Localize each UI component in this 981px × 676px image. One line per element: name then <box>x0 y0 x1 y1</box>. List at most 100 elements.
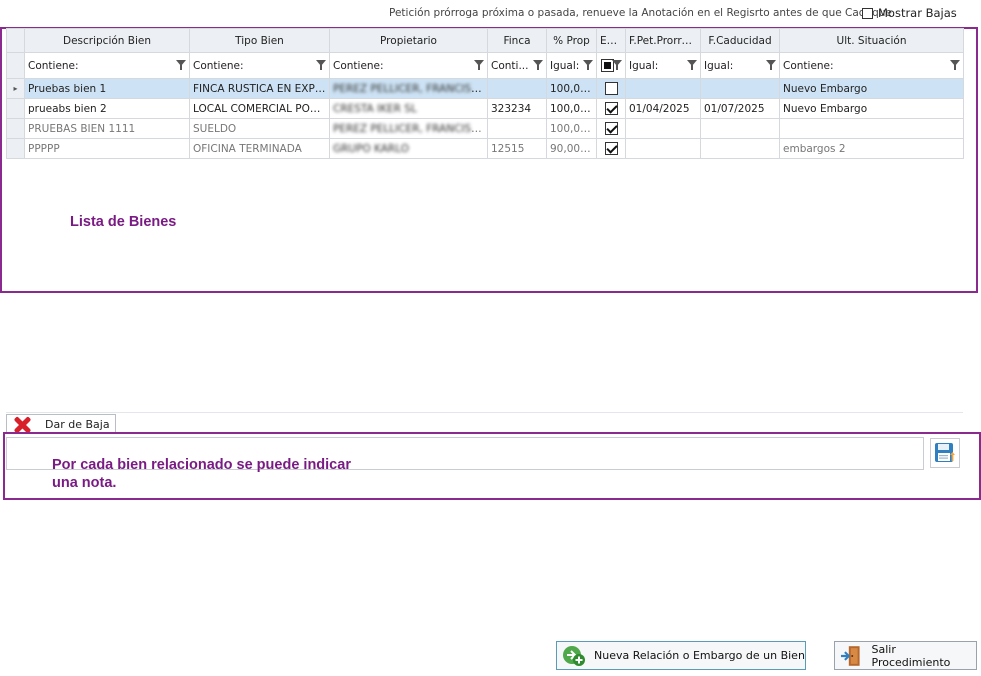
col-propietario[interactable]: Propietario <box>329 28 488 53</box>
cell-fpet[interactable] <box>625 138 701 159</box>
table-row[interactable]: ▸ Pruebas bien 1 FINCA RUSTICA EN EXPL..… <box>6 78 964 99</box>
filter-icon[interactable] <box>176 60 186 70</box>
cell-fcad[interactable] <box>700 138 780 159</box>
filter-finca[interactable]: Conti... <box>487 52 547 79</box>
filter-icon[interactable] <box>583 60 593 70</box>
filter-icon[interactable] <box>316 60 326 70</box>
filter-op-label: Conti... <box>491 59 529 72</box>
col-fcad[interactable]: F.Caducidad <box>700 28 780 53</box>
section-divider <box>6 412 963 413</box>
filter-icon[interactable] <box>474 60 484 70</box>
cell-tipo[interactable]: FINCA RUSTICA EN EXPL... <box>189 78 330 99</box>
cell-tipo[interactable]: LOCAL COMERCIAL POLI... <box>189 98 330 119</box>
expiry-notice: Petición prórroga próxima o pasada, renu… <box>389 7 896 19</box>
table-row[interactable]: PRUEBAS BIEN 1111 SUELDO PEREZ PELLICER,… <box>6 118 964 139</box>
table-row[interactable]: PPPPP OFICINA TERMINADA GRUPO KARLO 1251… <box>6 138 964 159</box>
filter-propietario[interactable]: Contiene: <box>329 52 488 79</box>
cell-fpet[interactable] <box>625 118 701 139</box>
cell-situacion[interactable] <box>779 118 964 139</box>
dar-de-baja-button[interactable]: Dar de Baja <box>6 414 116 434</box>
cell-prop[interactable]: 100,00... <box>546 78 597 99</box>
cell-emb[interactable] <box>596 98 626 119</box>
cell-fpet[interactable]: 01/04/2025 <box>625 98 701 119</box>
filter-icon[interactable] <box>612 60 622 70</box>
cell-descripcion[interactable]: prueabs bien 2 <box>24 98 190 119</box>
salir-procedimiento-button[interactable]: Salir Procedimiento <box>834 641 977 670</box>
cell-finca[interactable] <box>487 78 547 99</box>
filter-icon[interactable] <box>950 60 960 70</box>
filter-indicator <box>6 52 25 79</box>
emb-checkbox[interactable] <box>604 142 618 155</box>
cell-propietario[interactable]: PEREZ PELLICER, FRANCISCO <box>329 118 488 139</box>
filter-icon[interactable] <box>533 60 543 70</box>
cell-situacion[interactable]: Nuevo Embargo <box>779 98 964 119</box>
cell-finca[interactable]: 323234 <box>487 98 547 119</box>
filter-descripcion[interactable]: Contiene: <box>24 52 190 79</box>
filter-fpet[interactable]: Igual: <box>625 52 701 79</box>
cell-emb[interactable] <box>596 78 626 99</box>
filter-fcad[interactable]: Igual: <box>700 52 780 79</box>
cell-propietario[interactable]: GRUPO KARLO <box>329 138 488 159</box>
redacted-owner: PEREZ PELLICER, FRANCISCO... <box>333 82 488 95</box>
cell-emb[interactable] <box>596 138 626 159</box>
col-tipo[interactable]: Tipo Bien <box>189 28 330 53</box>
cell-fcad[interactable] <box>700 118 780 139</box>
bienes-grid: Descripción Bien Tipo Bien Propietario F… <box>6 28 964 159</box>
cell-fpet[interactable] <box>625 78 701 99</box>
cell-propietario[interactable]: CRESTA IKER SL <box>329 98 488 119</box>
filter-icon[interactable] <box>766 60 776 70</box>
emb-checkbox[interactable] <box>604 102 618 115</box>
nueva-relacion-label: Nueva Relación o Embargo de un Bien <box>594 649 805 662</box>
col-fpet[interactable]: F.Pet.Prorroga <box>625 28 701 53</box>
col-emb[interactable]: Emb. <box>596 28 626 53</box>
nota-annotation-line2: una nota. <box>52 475 117 491</box>
cell-tipo[interactable]: SUELDO <box>189 118 330 139</box>
emb-checkbox[interactable] <box>604 122 618 135</box>
exit-door-icon <box>840 645 860 666</box>
table-row[interactable]: prueabs bien 2 LOCAL COMERCIAL POLI... C… <box>6 98 964 119</box>
cell-propietario[interactable]: PEREZ PELLICER, FRANCISCO... <box>329 78 488 99</box>
salir-procedimiento-label: Salir Procedimiento <box>871 642 951 669</box>
cell-tipo[interactable]: OFICINA TERMINADA <box>189 138 330 159</box>
cell-emb[interactable] <box>596 118 626 139</box>
nueva-relacion-button[interactable]: Nueva Relación o Embargo de un Bien <box>556 641 806 670</box>
cell-situacion[interactable]: Nuevo Embargo <box>779 78 964 99</box>
delete-x-icon <box>13 416 31 434</box>
cell-prop[interactable]: 100,00... <box>546 118 597 139</box>
filter-prop[interactable]: Igual: <box>546 52 597 79</box>
nota-annotation: Por cada bien relacionado se puede indic… <box>52 456 351 492</box>
row-indicator <box>6 118 25 139</box>
show-bajas-checkbox[interactable] <box>862 7 873 19</box>
col-prop[interactable]: % Prop <box>546 28 597 53</box>
redacted-owner: CRESTA IKER SL <box>333 102 417 115</box>
cell-prop[interactable]: 90,0000 <box>546 138 597 159</box>
filter-emb[interactable] <box>596 52 626 79</box>
add-relation-icon <box>563 645 585 666</box>
show-bajas-label: Mostrar Bajas <box>878 6 957 20</box>
lista-bienes-annotation: Lista de Bienes <box>70 214 177 230</box>
cell-descripcion[interactable]: PRUEBAS BIEN 1111 <box>24 118 190 139</box>
row-indicator <box>6 98 25 119</box>
filter-icon[interactable] <box>687 60 697 70</box>
col-descripcion[interactable]: Descripción Bien <box>24 28 190 53</box>
cell-finca[interactable] <box>487 118 547 139</box>
cell-fcad[interactable]: 01/07/2025 <box>700 98 780 119</box>
cell-situacion[interactable]: embargos 2 <box>779 138 964 159</box>
show-bajas-toggle[interactable]: Mostrar Bajas <box>862 6 957 20</box>
filter-tipo[interactable]: Contiene: <box>189 52 330 79</box>
redacted-owner: PEREZ PELLICER, FRANCISCO <box>333 122 487 135</box>
cell-fcad[interactable] <box>700 78 780 99</box>
header-row: Descripción Bien Tipo Bien Propietario F… <box>6 28 964 53</box>
cell-prop[interactable]: 100,00... <box>546 98 597 119</box>
cell-finca[interactable]: 12515 <box>487 138 547 159</box>
col-situacion[interactable]: Ult. Situación <box>779 28 964 53</box>
dar-de-baja-label: Dar de Baja <box>45 418 110 431</box>
current-row-arrow-icon: ▸ <box>6 78 25 99</box>
emb-checkbox[interactable] <box>604 82 618 95</box>
cell-descripcion[interactable]: PPPPP <box>24 138 190 159</box>
redacted-owner: GRUPO KARLO <box>333 142 409 155</box>
row-indicator <box>6 138 25 159</box>
col-finca[interactable]: Finca <box>487 28 547 53</box>
cell-descripcion[interactable]: Pruebas bien 1 <box>24 78 190 99</box>
filter-situacion[interactable]: Contiene: <box>779 52 964 79</box>
